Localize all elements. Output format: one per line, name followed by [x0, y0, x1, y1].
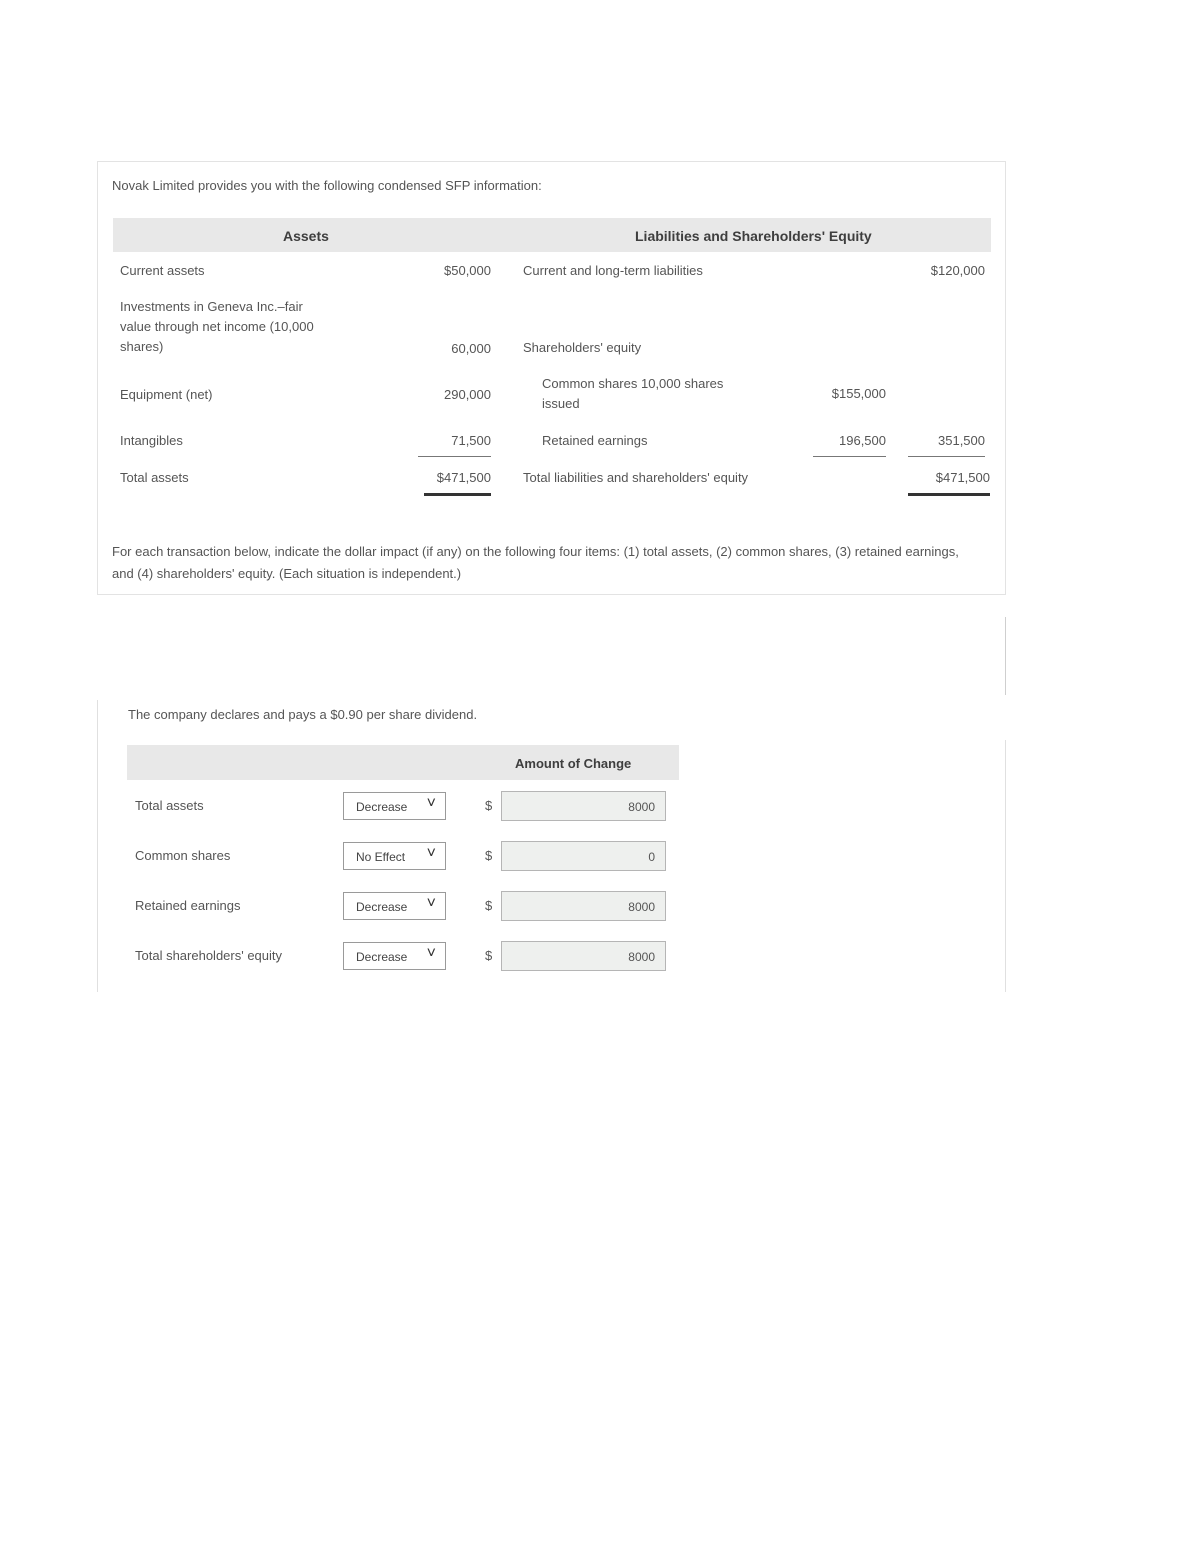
dollar-sign: $	[485, 798, 493, 813]
current-assets-label: Current assets	[120, 263, 205, 278]
effect-select-retained-earnings[interactable]: Decrease ˅	[343, 892, 446, 920]
chevron-down-icon: ˅	[426, 945, 436, 962]
effect-select-total-assets[interactable]: Decrease ˅	[343, 792, 446, 820]
intangibles-label: Intangibles	[120, 433, 183, 448]
investments-label-1: Investments in Geneva Inc.–fair	[120, 299, 303, 314]
amount-of-change-header: Amount of Change	[515, 756, 632, 771]
shareholders-equity-label: Shareholders' equity	[523, 340, 642, 355]
chevron-down-icon: ˅	[426, 845, 436, 862]
equipment-value: 290,000	[444, 387, 491, 402]
dollar-sign: $	[485, 848, 493, 863]
chevron-down-icon: ˅	[426, 795, 436, 812]
chevron-down-icon: ˅	[426, 895, 436, 912]
effect-select-value: No Effect	[356, 850, 406, 864]
equipment-label: Equipment (net)	[120, 387, 213, 402]
divider	[97, 700, 98, 992]
investments-label-3: shares)	[120, 339, 164, 354]
intangibles-value: 71,500	[418, 431, 491, 457]
investments-value: 60,000	[451, 341, 491, 356]
row-label-total-shareholders-equity: Total shareholders' equity	[135, 948, 283, 963]
liabilities-label: Current and long-term liabilities	[523, 263, 703, 278]
row-label-common-shares: Common shares	[135, 848, 231, 863]
amount-input-value: 0	[648, 850, 655, 864]
divider	[1005, 617, 1006, 695]
amount-input-common-shares[interactable]: 0	[501, 841, 666, 871]
amount-header-row: Amount of Change	[127, 745, 679, 780]
common-shares-value: $155,000	[831, 386, 886, 401]
total-liab-equity-value: $471,500	[908, 468, 990, 496]
intro-text: Novak Limited provides you with the foll…	[112, 178, 542, 193]
assets-header: Assets	[283, 228, 329, 244]
total-assets-value: $471,500	[424, 468, 491, 496]
effect-select-value: Decrease	[356, 950, 408, 964]
dollar-sign: $	[485, 898, 493, 913]
amount-input-value: 8000	[628, 900, 655, 914]
current-assets-value: $50,000	[444, 263, 491, 278]
liabilities-value: $120,000	[930, 263, 985, 278]
total-liab-equity-label: Total liabilities and shareholders' equi…	[523, 470, 749, 485]
row-label-total-assets: Total assets	[135, 798, 204, 813]
common-shares-label-1: Common shares 10,000 shares	[542, 376, 724, 391]
amount-input-retained-earnings[interactable]: 8000	[501, 891, 666, 921]
effect-select-value: Decrease	[356, 800, 408, 814]
question-text: The company declares and pays a $0.90 pe…	[128, 707, 478, 722]
effect-select-value: Decrease	[356, 900, 408, 914]
divider	[1005, 740, 1006, 992]
effect-select-common-shares[interactable]: No Effect ˅	[343, 842, 446, 870]
total-assets-label: Total assets	[120, 470, 189, 485]
retained-earnings-value: 196,500	[813, 431, 886, 457]
dollar-sign: $	[485, 948, 493, 963]
common-shares-label-2: issued	[542, 396, 580, 411]
amount-input-total-shareholders-equity[interactable]: 8000	[501, 941, 666, 971]
retained-earnings-label: Retained earnings	[542, 433, 648, 448]
amount-input-value: 8000	[628, 950, 655, 964]
investments-label-2: value through net income (10,000	[120, 319, 314, 334]
equity-total-value: 351,500	[908, 431, 985, 457]
instructions-text: For each transaction below, indicate the…	[112, 544, 959, 581]
sfp-header-row: Assets Liabilities and Shareholders' Equ…	[113, 218, 991, 252]
amount-input-value: 8000	[628, 800, 655, 814]
amount-input-total-assets[interactable]: 8000	[501, 791, 666, 821]
row-label-retained-earnings: Retained earnings	[135, 898, 241, 913]
liabilities-header: Liabilities and Shareholders' Equity	[635, 228, 872, 244]
problem-panel: Novak Limited provides you with the foll…	[97, 161, 1006, 595]
effect-select-total-shareholders-equity[interactable]: Decrease ˅	[343, 942, 446, 970]
